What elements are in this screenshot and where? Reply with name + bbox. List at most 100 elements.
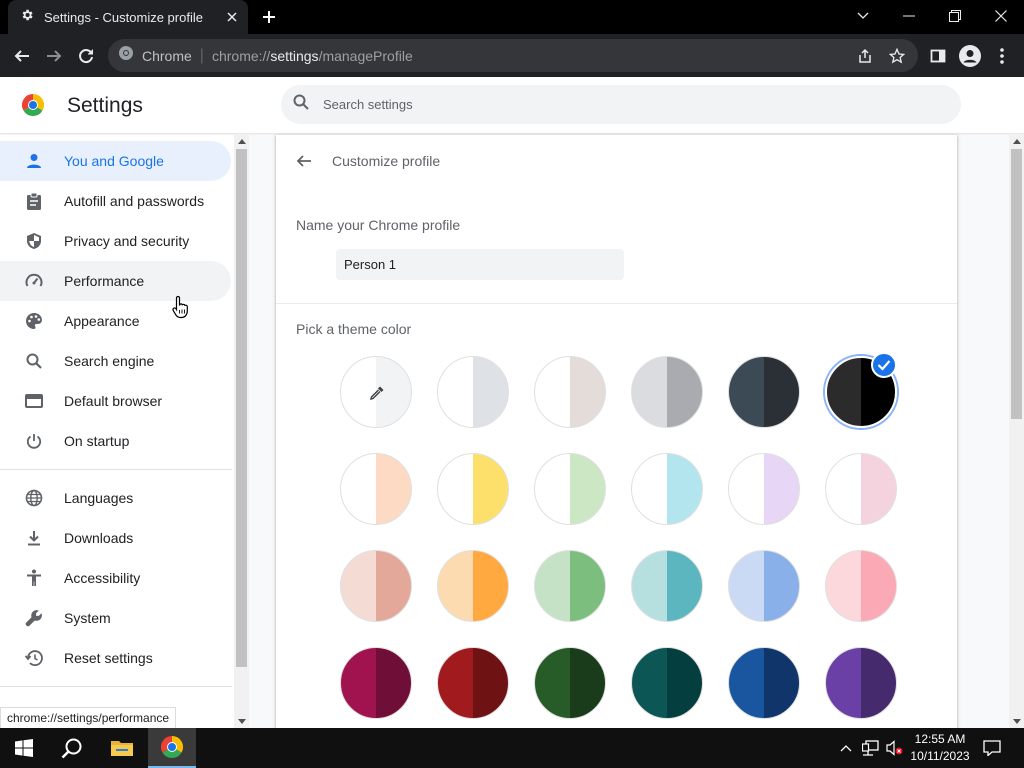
sidebar-item-label: Downloads: [64, 530, 134, 546]
close-window-button[interactable]: [978, 0, 1024, 32]
profile-name-label: Name your Chrome profile: [296, 217, 461, 233]
sidebar-item-accessibility[interactable]: Accessibility: [0, 558, 231, 598]
theme-color-swatch[interactable]: [825, 647, 897, 719]
address-bar[interactable]: Chrome | chrome://settings/manageProfile: [108, 39, 918, 72]
theme-color-swatch[interactable]: [437, 356, 509, 428]
search-icon: [293, 94, 309, 115]
theme-color-swatch[interactable]: [825, 550, 897, 622]
back-icon[interactable]: [8, 42, 36, 70]
new-tab-button[interactable]: [256, 5, 282, 29]
sidebar-item-you-and-google[interactable]: You and Google: [0, 141, 231, 181]
reload-icon[interactable]: [72, 42, 100, 70]
main-scroll-thumb[interactable]: [1011, 149, 1022, 419]
sidebar-item-default-browser[interactable]: Default browser: [0, 381, 231, 421]
sidebar-item-search-engine[interactable]: Search engine: [0, 341, 231, 381]
sidebar-scrollbar[interactable]: [234, 135, 249, 728]
close-tab-icon[interactable]: [222, 7, 242, 27]
theme-color-swatch[interactable]: [728, 647, 800, 719]
theme-color-swatch[interactable]: [437, 453, 509, 525]
clock-date: 10/11/2023: [910, 749, 970, 763]
sidebar-item-label: You and Google: [64, 153, 164, 169]
browser-tab[interactable]: Settings - Customize profile: [8, 0, 248, 34]
gear-icon: [20, 8, 34, 27]
theme-color-swatch[interactable]: [437, 647, 509, 719]
theme-color-swatch[interactable]: [340, 550, 412, 622]
network-icon[interactable]: [860, 728, 882, 768]
scroll-up-arrow[interactable]: [238, 139, 246, 144]
file-explorer-icon[interactable]: [98, 728, 146, 768]
theme-color-label: Pick a theme color: [296, 321, 412, 337]
theme-color-swatch[interactable]: [534, 453, 606, 525]
search-icon[interactable]: [48, 728, 96, 768]
sidebar-item-system[interactable]: System: [0, 598, 231, 638]
back-arrow-icon[interactable]: [292, 149, 316, 173]
theme-color-swatch[interactable]: [534, 550, 606, 622]
theme-color-swatch[interactable]: [437, 550, 509, 622]
main-scrollbar[interactable]: [1009, 135, 1024, 728]
theme-color-swatch[interactable]: [340, 453, 412, 525]
scroll-up-arrow[interactable]: [1013, 139, 1021, 144]
person-icon: [24, 151, 44, 171]
chevron-up-icon[interactable]: [836, 728, 856, 768]
theme-color-swatch[interactable]: [728, 453, 800, 525]
theme-color-swatch[interactable]: [631, 453, 703, 525]
notifications-icon[interactable]: [978, 728, 1006, 768]
side-panel-icon[interactable]: [924, 42, 952, 70]
theme-color-swatch[interactable]: [728, 550, 800, 622]
settings-search-box[interactable]: [281, 85, 961, 124]
sidebar-divider: [0, 686, 232, 687]
card-title: Customize profile: [332, 153, 441, 169]
theme-color-swatch[interactable]: [631, 647, 703, 719]
sidebar-item-label: Autofill and passwords: [64, 193, 205, 209]
sidebar-item-label: Languages: [64, 490, 134, 506]
theme-color-swatch[interactable]: [340, 647, 412, 719]
palette-icon: [24, 311, 44, 331]
sidebar-item-languages[interactable]: Languages: [0, 478, 231, 518]
theme-color-swatch[interactable]: [534, 647, 606, 719]
sidebar-item-privacy[interactable]: Privacy and security: [0, 221, 231, 261]
share-icon[interactable]: [852, 43, 878, 69]
download-icon: [24, 528, 44, 548]
history-icon: [24, 648, 44, 668]
bookmark-star-icon[interactable]: [884, 43, 910, 69]
scroll-down-arrow[interactable]: [238, 719, 246, 724]
sidebar-item-reset-settings[interactable]: Reset settings: [0, 638, 231, 678]
sidebar-item-on-startup[interactable]: On startup: [0, 421, 231, 461]
customize-profile-card: Customize profile Name your Chrome profi…: [276, 135, 957, 728]
tab-search-icon[interactable]: [840, 0, 886, 32]
custom-color-picker-swatch[interactable]: [340, 356, 412, 428]
sidebar-scroll-thumb[interactable]: [236, 149, 247, 667]
taskbar-clock[interactable]: 12:55 AM 10/11/2023: [906, 731, 974, 765]
shield-icon: [24, 231, 44, 251]
minimize-button[interactable]: [886, 0, 932, 32]
sidebar-item-performance[interactable]: Performance: [0, 261, 231, 301]
sidebar-item-autofill[interactable]: Autofill and passwords: [0, 181, 231, 221]
sidebar-item-label: Privacy and security: [64, 233, 190, 249]
scroll-down-arrow[interactable]: [1013, 719, 1021, 724]
settings-header: Settings: [0, 77, 1024, 134]
search-icon: [24, 351, 44, 371]
menu-more-icon[interactable]: [988, 42, 1016, 70]
search-input[interactable]: [323, 97, 923, 112]
title-bar: Settings - Customize profile: [0, 0, 1024, 34]
sidebar-item-appearance[interactable]: Appearance: [0, 301, 231, 341]
hand-cursor-icon: [172, 295, 190, 319]
theme-color-swatch[interactable]: [631, 356, 703, 428]
restore-button[interactable]: [932, 0, 978, 32]
profile-name-input[interactable]: [336, 249, 624, 280]
power-icon: [24, 431, 44, 451]
sidebar-item-downloads[interactable]: Downloads: [0, 518, 231, 558]
start-button-windows-icon[interactable]: [0, 728, 48, 768]
theme-color-swatch[interactable]: [728, 356, 800, 428]
theme-color-swatch[interactable]: [534, 356, 606, 428]
sidebar-item-label: Default browser: [64, 393, 163, 409]
theme-color-swatch[interactable]: [825, 453, 897, 525]
sidebar-item-label: On startup: [64, 433, 130, 449]
browser-window-icon: [24, 391, 44, 411]
profile-avatar-icon[interactable]: [956, 42, 984, 70]
forward-icon[interactable]: [40, 42, 68, 70]
sidebar-divider: [0, 469, 232, 470]
chrome-taskbar-icon[interactable]: [148, 728, 196, 768]
volume-muted-icon[interactable]: [884, 728, 906, 768]
theme-color-swatch[interactable]: [631, 550, 703, 622]
